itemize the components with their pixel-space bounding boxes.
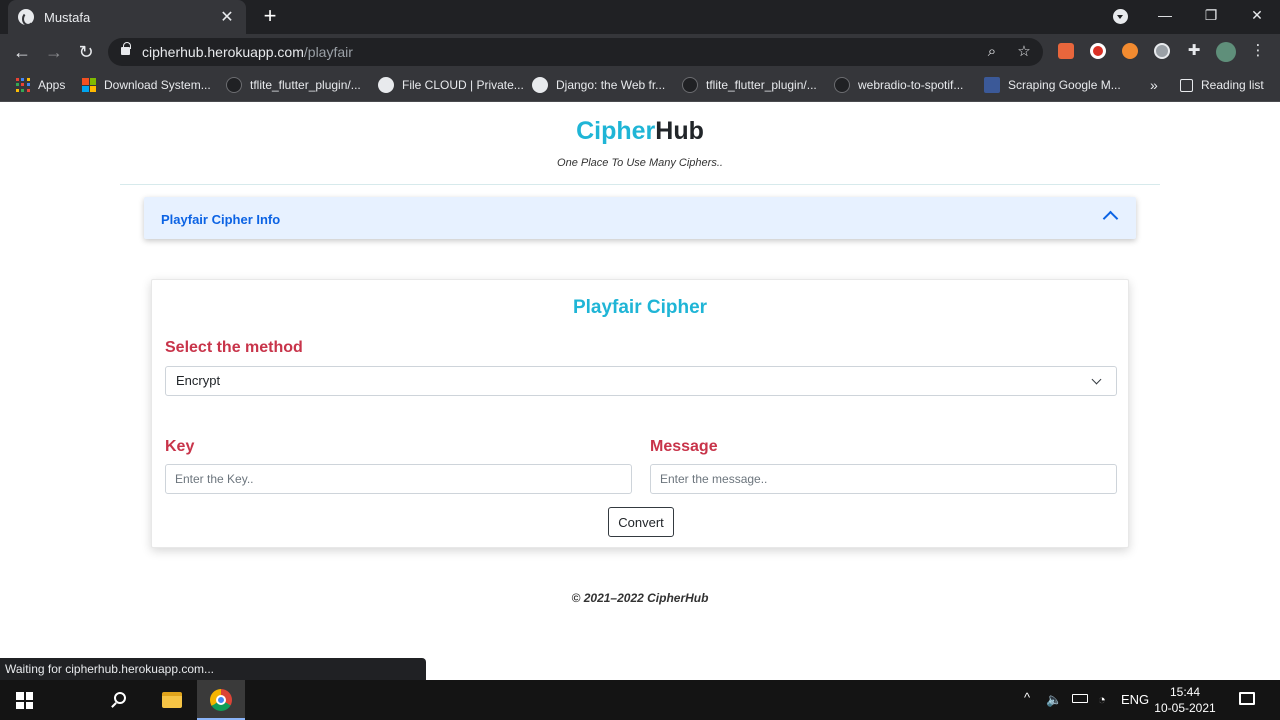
file-explorer-button[interactable] xyxy=(146,680,194,720)
globe-icon xyxy=(18,9,34,26)
site-logo[interactable]: CipherHub xyxy=(0,117,1280,146)
key-input[interactable] xyxy=(165,464,632,494)
language-indicator[interactable]: ENG xyxy=(1121,692,1149,707)
apps-grid-icon xyxy=(16,78,30,92)
reload-button[interactable]: ↻ xyxy=(73,39,99,65)
chrome-icon xyxy=(210,689,232,711)
tab-close-icon[interactable]: ✕ xyxy=(218,7,236,27)
chrome-taskbar-button[interactable] xyxy=(197,680,245,720)
task-view-button[interactable] xyxy=(96,680,222,720)
bookmark-apps[interactable]: Apps xyxy=(16,70,65,100)
microsoft-icon xyxy=(82,78,96,92)
battery-icon[interactable] xyxy=(1072,694,1088,703)
bookmarks-bar: Apps Download System... tflite_flutter_p… xyxy=(0,70,1280,102)
extension-icon[interactable] xyxy=(1058,43,1074,59)
chevron-down-icon xyxy=(1091,374,1102,385)
puzzle-icon[interactable]: ✚ xyxy=(1184,41,1204,61)
star-icon[interactable]: ☆ xyxy=(1014,42,1034,62)
browser-tabstrip: Mustafa ✕ + — ❐ ✕ xyxy=(0,0,1280,34)
notification-icon[interactable] xyxy=(1239,692,1255,705)
tab-title: Mustafa xyxy=(44,9,91,25)
method-select-value: Encrypt xyxy=(176,373,221,388)
status-bubble: Waiting for cipherhub.herokuapp.com... xyxy=(0,658,426,680)
forward-button[interactable]: → xyxy=(41,39,67,65)
browser-toolbar: ← → ↻ cipherhub.herokuapp.com/playfair ⌕… xyxy=(0,34,1280,70)
adblock-icon[interactable] xyxy=(1090,43,1106,59)
taskbar: ^ 🔈 ◔ ENG 15:44 10-05-2021 xyxy=(0,680,1280,720)
minimize-button[interactable]: — xyxy=(1142,0,1188,30)
bookmarks-overflow-button[interactable]: » xyxy=(1150,70,1158,100)
card-title: Playfair Cipher xyxy=(572,297,708,318)
taskbar-search-button[interactable] xyxy=(48,680,126,720)
divider xyxy=(120,184,1160,185)
chevron-up-icon[interactable]: ^ xyxy=(1024,690,1030,705)
github-icon xyxy=(682,77,698,93)
start-button[interactable] xyxy=(0,680,48,720)
github-icon xyxy=(226,77,242,93)
back-button[interactable]: ← xyxy=(9,39,35,65)
bookmark-file-cloud[interactable]: File CLOUD | Private... xyxy=(378,70,524,100)
accordion-title: Playfair Cipher Info xyxy=(161,212,281,227)
convert-button[interactable]: Convert xyxy=(608,507,674,537)
clock-time: 15:44 xyxy=(1169,685,1201,699)
web-page: CipherHub One Place To Use Many Ciphers.… xyxy=(0,103,1280,680)
maximize-button[interactable]: ❐ xyxy=(1188,0,1234,30)
github-icon xyxy=(834,77,850,93)
avatar[interactable] xyxy=(1216,42,1236,62)
clock-date: 10-05-2021 xyxy=(1154,701,1216,715)
zoom-icon[interactable]: ⌕ xyxy=(982,42,1002,62)
bookmark-webradio[interactable]: webradio-to-spotif... xyxy=(834,70,963,100)
browser-tab[interactable]: Mustafa ✕ xyxy=(8,0,246,34)
wifi-icon[interactable]: ◔ xyxy=(1098,692,1106,707)
reading-list-button[interactable]: Reading list xyxy=(1180,70,1264,100)
method-label: Select the method xyxy=(165,339,303,356)
folder-icon xyxy=(162,692,182,708)
message-label: Message xyxy=(650,438,718,455)
cipher-card: Playfair Cipher Select the method Encryp… xyxy=(151,279,1129,548)
chevron-up-icon xyxy=(1102,210,1119,227)
bookmark-tflite-2[interactable]: tflite_flutter_plugin/... xyxy=(682,70,817,100)
tagline: One Place To Use Many Ciphers.. xyxy=(557,157,723,169)
clock[interactable]: 15:44 10-05-2021 xyxy=(1150,684,1220,716)
globe-icon xyxy=(532,77,548,93)
url-text[interactable]: cipherhub.herokuapp.com/playfair xyxy=(142,44,353,60)
extension-orange-icon[interactable] xyxy=(1122,43,1138,59)
address-bar[interactable]: cipherhub.herokuapp.com/playfair ⌕ ☆ xyxy=(108,38,1043,66)
bookmark-site-icon xyxy=(984,77,1000,93)
windows-icon xyxy=(16,692,33,709)
window-close-button[interactable]: ✕ xyxy=(1234,0,1280,30)
volume-icon[interactable]: 🔈 xyxy=(1046,692,1062,708)
lock-icon[interactable] xyxy=(121,42,131,55)
footer-copyright: © 2021–2022 CipherHub xyxy=(571,591,709,605)
bookmark-tflite-1[interactable]: tflite_flutter_plugin/... xyxy=(226,70,361,100)
extension-grey-icon[interactable] xyxy=(1154,43,1170,59)
reading-list-icon xyxy=(1180,78,1193,92)
cipher-info-accordion[interactable]: Playfair Cipher Info xyxy=(144,197,1136,239)
globe-icon xyxy=(378,77,394,93)
method-select[interactable]: Encrypt xyxy=(165,366,1117,396)
message-input[interactable] xyxy=(650,464,1117,494)
bookmark-scraping-google[interactable]: Scraping Google M... xyxy=(984,70,1121,100)
key-label: Key xyxy=(165,438,195,455)
tab-search-icon[interactable] xyxy=(1113,9,1128,24)
kebab-menu-icon[interactable]: ⋮ xyxy=(1248,41,1268,61)
bookmark-download-system[interactable]: Download System... xyxy=(82,70,211,100)
bookmark-django[interactable]: Django: the Web fr... xyxy=(532,70,665,100)
new-tab-button[interactable]: + xyxy=(258,4,282,28)
